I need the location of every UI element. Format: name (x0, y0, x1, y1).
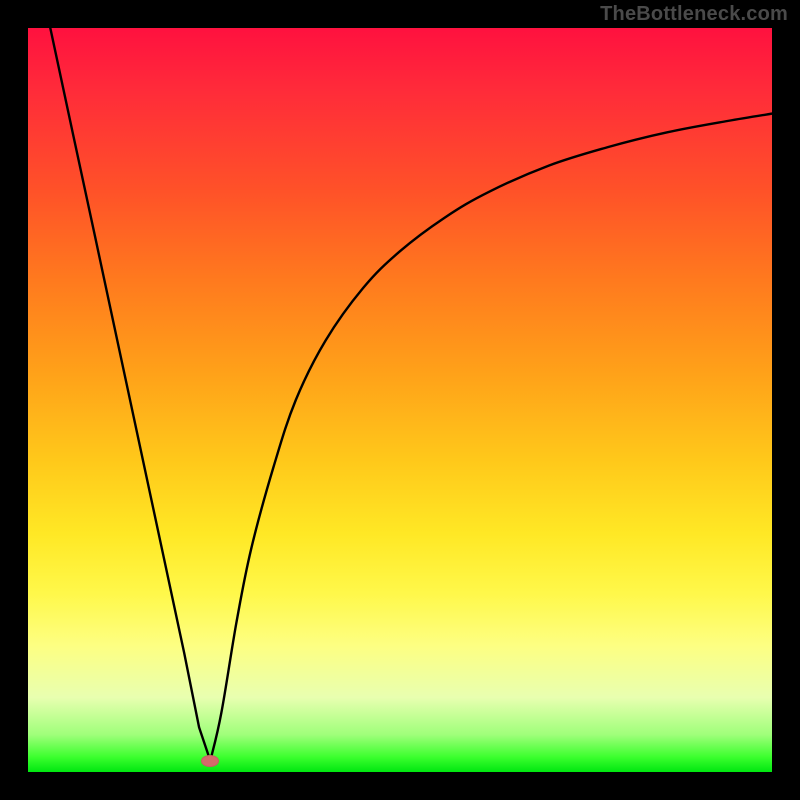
curve-overlay (28, 28, 772, 772)
watermark-text: TheBottleneck.com (600, 3, 788, 26)
bottleneck-curve (50, 28, 772, 761)
chart-frame: TheBottleneck.com (0, 0, 800, 800)
minimum-marker (201, 755, 219, 767)
